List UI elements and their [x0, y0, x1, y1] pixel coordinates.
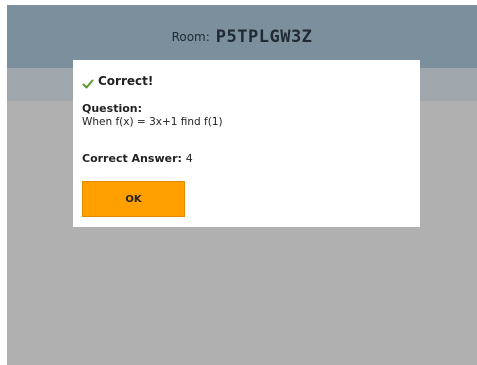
correct-answer-row: Correct Answer: 4	[82, 152, 193, 165]
room-indicator: Room: P5TPLGW3Z	[7, 5, 477, 68]
ok-button[interactable]: OK	[82, 181, 185, 217]
question-text: When f(x) = 3x+1 find f(1)	[82, 116, 223, 128]
correct-answer-value: 4	[185, 152, 193, 165]
question-label: Question:	[82, 102, 143, 115]
dialog-title: Correct!	[98, 74, 154, 88]
dialog-title-row: Correct!	[82, 74, 154, 89]
top-header: Room: P5TPLGW3Z	[7, 5, 477, 68]
correct-answer-label: Correct Answer:	[82, 152, 186, 165]
check-icon	[82, 75, 94, 89]
room-prefix-label: Room:	[171, 29, 210, 44]
app-window: Room: P5TPLGW3Z Correct! Question: When …	[7, 5, 477, 365]
result-dialog: Correct! Question: When f(x) = 3x+1 find…	[73, 60, 420, 227]
room-code: P5TPLGW3Z	[215, 26, 313, 47]
